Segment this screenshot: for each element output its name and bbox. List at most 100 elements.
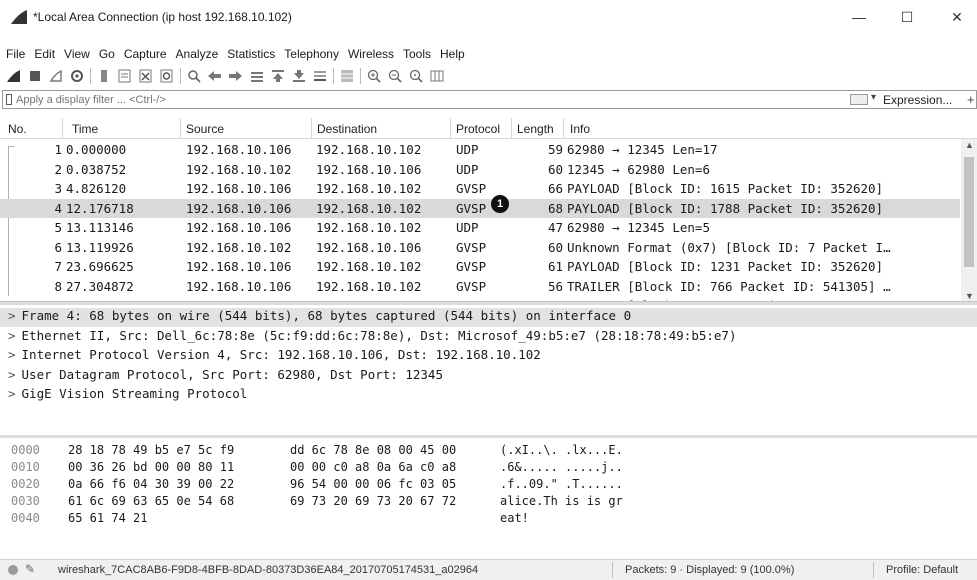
shark-fin-start-icon[interactable] bbox=[6, 69, 21, 84]
bookmark-icon[interactable] bbox=[6, 94, 12, 105]
apply-filter-arrow-icon[interactable] bbox=[850, 94, 868, 105]
options-gear-icon[interactable] bbox=[69, 69, 84, 84]
packet-row[interactable]: 4 12.176718 192.168.10.106 192.168.10.102 GV… bbox=[0, 198, 960, 218]
detail-row-ethernet[interactable]: > Ethernet II, Src: Dell_6c:78:8e (5c:f9:… bbox=[8, 328, 736, 347]
close-button[interactable]: ✕ bbox=[943, 6, 971, 28]
scroll-up-icon[interactable]: ▲ bbox=[965, 140, 974, 150]
expand-arrow-icon[interactable]: > bbox=[8, 367, 16, 382]
menu-telephony[interactable]: Telephony bbox=[284, 47, 339, 61]
column-divider[interactable] bbox=[180, 118, 181, 139]
expression-button[interactable]: Expression... bbox=[883, 93, 952, 107]
bytes-ascii[interactable]: .f..09." .T...... bbox=[500, 477, 623, 491]
bytes-ascii[interactable]: eat! bbox=[500, 511, 529, 525]
menu-analyze[interactable]: Analyze bbox=[176, 47, 219, 61]
go-to-packet-icon[interactable] bbox=[249, 69, 264, 84]
column-divider[interactable] bbox=[450, 118, 451, 139]
detail-row-frame[interactable]: > Frame 4: 68 bytes on wire (544 bits), 6… bbox=[0, 308, 977, 327]
maximize-button[interactable]: ☐ bbox=[893, 6, 921, 28]
col-length[interactable]: Length bbox=[517, 122, 554, 136]
expert-info-led-icon[interactable] bbox=[8, 565, 18, 575]
autoscroll-icon[interactable] bbox=[312, 69, 327, 84]
column-divider[interactable] bbox=[563, 118, 564, 139]
col-protocol[interactable]: Protocol bbox=[456, 122, 500, 136]
packet-row[interactable]: 6 13.119926 192.168.10.102 192.168.10.106 GV… bbox=[0, 238, 960, 257]
bytes-hex[interactable]: 96 54 00 00 06 fc 03 05 bbox=[290, 477, 456, 491]
menu-tools[interactable]: Tools bbox=[403, 47, 431, 61]
packet-row[interactable]: 3 4.826120 192.168.10.106 192.168.10.102 GVS… bbox=[0, 179, 960, 198]
menu-help[interactable]: Help bbox=[440, 47, 465, 61]
display-filter-input[interactable] bbox=[16, 91, 816, 108]
bytes-hex[interactable]: 00 36 26 bd 00 00 80 11 bbox=[68, 460, 234, 474]
restart-icon[interactable] bbox=[48, 69, 63, 84]
packet-length: 47 bbox=[547, 220, 563, 235]
detail-row-ip[interactable]: > Internet Protocol Version 4, Src: 192.1… bbox=[8, 347, 541, 366]
back-arrow-icon[interactable] bbox=[207, 69, 222, 84]
packet-list-scrollbar[interactable]: ▲ ▼ bbox=[961, 139, 977, 301]
bytes-hex[interactable]: 28 18 78 49 b5 e7 5c f9 bbox=[68, 443, 234, 457]
detail-row-gvsp[interactable]: > GigE Vision Streaming Protocol bbox=[8, 386, 247, 405]
packet-bytes-pane: 0000 28 18 78 49 b5 e7 5c f9 dd 6c 78 8e… bbox=[0, 443, 977, 553]
minimize-button[interactable]: — bbox=[845, 6, 873, 28]
column-divider[interactable] bbox=[311, 118, 312, 139]
packet-row[interactable]: 8 27.304872 192.168.10.106 192.168.10.102 GV… bbox=[0, 277, 960, 296]
menu-wireless[interactable]: Wireless bbox=[348, 47, 394, 61]
resize-columns-icon[interactable] bbox=[429, 69, 444, 84]
bytes-ascii[interactable]: .6&..... .....j.. bbox=[500, 460, 623, 474]
forward-arrow-icon[interactable] bbox=[228, 69, 243, 84]
chevron-down-icon[interactable]: ▾ bbox=[871, 92, 876, 103]
packet-info: 62980 → 12345 Len=5 bbox=[567, 220, 710, 235]
save-file-icon[interactable] bbox=[117, 69, 132, 84]
col-no[interactable]: No. bbox=[8, 122, 27, 136]
bytes-hex[interactable]: 00 00 c0 a8 0a 6a c0 a8 bbox=[290, 460, 456, 474]
find-icon[interactable] bbox=[186, 69, 201, 84]
col-info[interactable]: Info bbox=[570, 122, 590, 136]
profile-selector[interactable]: Profile: Default bbox=[886, 564, 958, 576]
col-time[interactable]: Time bbox=[72, 122, 98, 136]
status-divider bbox=[873, 562, 874, 578]
detail-row-udp[interactable]: > User Datagram Protocol, Src Port: 62980… bbox=[8, 367, 443, 386]
bytes-hex[interactable]: 0a 66 f6 04 30 39 00 22 bbox=[68, 477, 234, 491]
stop-square-icon[interactable] bbox=[27, 69, 42, 84]
menu-go[interactable]: Go bbox=[99, 47, 115, 61]
packet-row[interactable]: 2 0.038752 192.168.10.102 192.168.10.106 UDP… bbox=[0, 160, 960, 179]
menu-view[interactable]: View bbox=[64, 47, 90, 61]
col-destination[interactable]: Destination bbox=[317, 122, 377, 136]
col-source[interactable]: Source bbox=[186, 122, 224, 136]
last-packet-icon[interactable] bbox=[291, 69, 306, 84]
column-divider[interactable] bbox=[511, 118, 512, 139]
packet-row[interactable]: 7 23.696625 192.168.10.106 192.168.10.102 GV… bbox=[0, 257, 960, 276]
column-divider[interactable] bbox=[62, 118, 63, 139]
zoom-in-icon[interactable] bbox=[366, 69, 381, 84]
expand-arrow-icon[interactable]: > bbox=[8, 328, 16, 343]
packet-protocol: GVSP bbox=[456, 200, 487, 216]
packet-row[interactable]: 5 13.113146 192.168.10.106 192.168.10.102 UD… bbox=[0, 218, 960, 237]
expand-arrow-icon[interactable]: > bbox=[8, 308, 16, 323]
first-packet-icon[interactable] bbox=[270, 69, 285, 84]
menu-file[interactable]: File bbox=[6, 47, 25, 61]
menu-statistics[interactable]: Statistics bbox=[227, 47, 275, 61]
menu-edit[interactable]: Edit bbox=[34, 47, 55, 61]
menu-capture[interactable]: Capture bbox=[124, 47, 167, 61]
reload-icon[interactable] bbox=[159, 69, 174, 84]
bytes-hex[interactable]: dd 6c 78 8e 08 00 45 00 bbox=[290, 443, 456, 457]
packet-no: 8 bbox=[54, 278, 62, 294]
close-file-icon[interactable] bbox=[138, 69, 153, 84]
packet-info: PAYLOAD [Block ID: 1615 Packet ID: 35262… bbox=[567, 181, 884, 196]
bytes-ascii[interactable]: (.xI..\. .lx...E. bbox=[500, 443, 623, 457]
expand-arrow-icon[interactable]: > bbox=[8, 386, 16, 401]
bytes-ascii[interactable]: alice.Th is is gr bbox=[500, 494, 623, 508]
zoom-out-icon[interactable] bbox=[387, 69, 402, 84]
bytes-hex[interactable]: 65 61 74 21 bbox=[68, 511, 147, 525]
colorize-icon[interactable] bbox=[339, 69, 354, 84]
expand-arrow-icon[interactable]: > bbox=[8, 347, 16, 362]
scrollbar-thumb[interactable] bbox=[964, 157, 974, 267]
capture-comment-icon[interactable]: ✎ bbox=[25, 562, 35, 576]
scroll-down-icon[interactable]: ▼ bbox=[965, 291, 974, 301]
bytes-hex[interactable]: 69 73 20 69 73 20 67 72 bbox=[290, 494, 456, 508]
open-file-icon[interactable] bbox=[96, 69, 111, 84]
bytes-hex[interactable]: 61 6c 69 63 65 0e 54 68 bbox=[68, 494, 234, 508]
add-filter-button[interactable]: + bbox=[967, 92, 975, 107]
pane-splitter[interactable] bbox=[0, 435, 977, 438]
zoom-normal-icon[interactable] bbox=[408, 69, 423, 84]
packet-row[interactable]: 1 0.000000 192.168.10.106 192.168.10.102 UDP… bbox=[0, 140, 960, 159]
